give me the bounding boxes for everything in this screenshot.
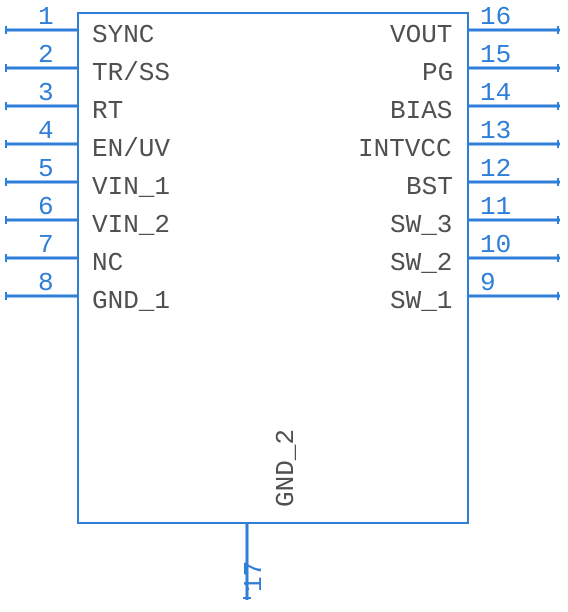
- pin-label-15: PG: [422, 58, 453, 88]
- pin-number-12: 12: [480, 154, 511, 184]
- pin-number-10: 10: [480, 230, 511, 260]
- pin-label-10: SW_2: [390, 248, 452, 278]
- pin-label-7: NC: [92, 248, 123, 278]
- pin-label-1: SYNC: [92, 20, 154, 50]
- pin-label-17: GND_2: [271, 429, 301, 507]
- pin-label-16: VOUT: [390, 20, 452, 50]
- pin-label-14: BIAS: [390, 96, 452, 126]
- pin-label-8: GND_1: [92, 286, 170, 316]
- pin-number-13: 13: [480, 116, 511, 146]
- pin-label-3: RT: [92, 96, 123, 126]
- pin-number-9: 9: [480, 268, 496, 298]
- pin-label-9: SW_1: [390, 286, 452, 316]
- pin-number-11: 11: [480, 192, 511, 222]
- pin-number-15: 15: [480, 40, 511, 70]
- pin-label-4: EN/UV: [92, 134, 170, 164]
- pin-number-4: 4: [38, 116, 54, 146]
- pin-number-3: 3: [38, 78, 54, 108]
- pin-number-14: 14: [480, 78, 511, 108]
- pin-label-6: VIN_2: [92, 210, 170, 240]
- pin-number-7: 7: [38, 230, 54, 260]
- pin-label-12: BST: [406, 172, 453, 202]
- pin-label-11: SW_3: [390, 210, 452, 240]
- pin-label-5: VIN_1: [92, 172, 170, 202]
- pin-number-2: 2: [38, 40, 54, 70]
- pin-label-2: TR/SS: [92, 58, 170, 88]
- pin-number-5: 5: [38, 154, 54, 184]
- pin-number-6: 6: [38, 192, 54, 222]
- pin-number-16: 16: [480, 2, 511, 32]
- pin-number-17: 17: [239, 561, 269, 592]
- pin-number-1: 1: [38, 2, 54, 32]
- pin-number-8: 8: [38, 268, 54, 298]
- pin-label-13: INTVCC: [358, 134, 452, 164]
